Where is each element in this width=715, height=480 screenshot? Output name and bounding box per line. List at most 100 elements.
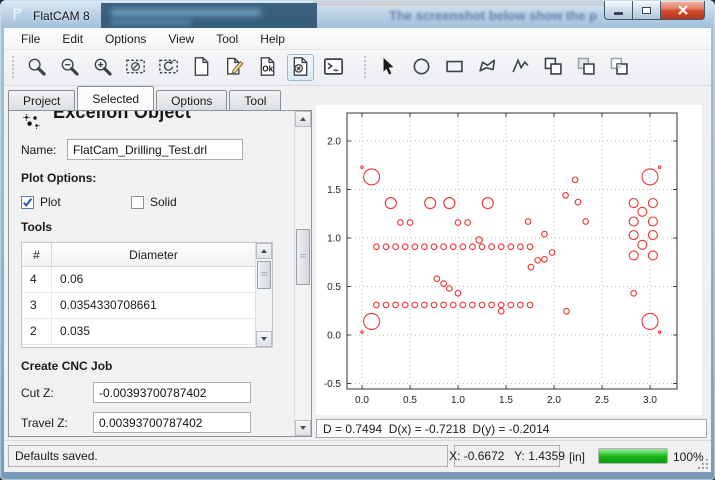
circle-tool-icon bbox=[411, 56, 432, 80]
tools-table-scrollbar[interactable] bbox=[255, 243, 272, 347]
new-file-button[interactable] bbox=[188, 54, 215, 81]
menu-tool[interactable]: Tool bbox=[205, 29, 249, 49]
clear-plot-button[interactable] bbox=[122, 54, 149, 81]
plot-options-group: Plot Solid bbox=[21, 195, 294, 209]
polygon-tool-icon bbox=[477, 56, 498, 80]
table-row[interactable]: 40.06 bbox=[22, 267, 255, 293]
zoom-fit-icon bbox=[26, 56, 47, 80]
replot-icon bbox=[158, 56, 179, 80]
tab-project[interactable]: Project bbox=[8, 90, 75, 110]
close-icon bbox=[677, 5, 689, 15]
field-row: Travel Z: bbox=[21, 412, 294, 433]
plot-options-label: Plot Options: bbox=[21, 171, 294, 185]
toolbar-drag-handle[interactable] bbox=[10, 56, 15, 80]
tools-table: #Diameter40.0630.035433070866120.035 bbox=[21, 242, 273, 348]
menu-options[interactable]: Options bbox=[94, 29, 157, 49]
close-button[interactable] bbox=[660, 1, 705, 20]
table-row[interactable]: 20.035 bbox=[22, 319, 255, 345]
ok-file-icon: Ok bbox=[257, 56, 278, 80]
pointer-icon bbox=[378, 56, 399, 80]
tool-number-cell: 4 bbox=[22, 267, 52, 292]
field-input-travel-z[interactable] bbox=[93, 412, 251, 433]
union-tool-icon bbox=[543, 56, 564, 80]
zoom-in-button[interactable] bbox=[89, 54, 116, 81]
cnc-job-label: Create CNC Job bbox=[21, 359, 294, 373]
zoom-fit-button[interactable] bbox=[23, 54, 50, 81]
shell-button[interactable] bbox=[320, 54, 347, 81]
svg-text:2.0: 2.0 bbox=[547, 395, 561, 406]
menu-help[interactable]: Help bbox=[249, 29, 296, 49]
glass-background-strip bbox=[313, 1, 613, 6]
field-label: Cut Z: bbox=[21, 386, 93, 400]
checkbox-plot[interactable]: Plot bbox=[21, 195, 131, 209]
tools-label: Tools bbox=[21, 220, 294, 234]
pointer-button[interactable] bbox=[375, 54, 402, 81]
subtract-tool-button[interactable] bbox=[573, 54, 600, 81]
svg-text:0.5: 0.5 bbox=[327, 282, 341, 293]
minimize-button[interactable] bbox=[604, 1, 633, 20]
scrollbar-thumb[interactable] bbox=[257, 261, 271, 289]
zoom-out-button[interactable] bbox=[56, 54, 83, 81]
checkbox-label: Plot bbox=[40, 195, 61, 209]
rectangle-tool-button[interactable] bbox=[441, 54, 468, 81]
plot-canvas[interactable]: 0.00.51.01.52.02.53.0-0.50.00.51.01.52.0 bbox=[316, 105, 702, 415]
window-content: FileEditOptionsViewToolHelp Ok ProjectSe… bbox=[4, 28, 711, 472]
scroll-down-button[interactable] bbox=[256, 331, 272, 347]
resize-grip[interactable] bbox=[696, 457, 709, 470]
flatcam-window: The screenshot below show the p FlatCAM … bbox=[0, 0, 715, 480]
path-tool-button[interactable] bbox=[507, 54, 534, 81]
glass-background-panel bbox=[101, 3, 317, 28]
clear-plot-icon bbox=[125, 56, 146, 80]
cnc-fields-group: Cut Z:Travel Z:Feed rate: bbox=[21, 382, 294, 436]
scroll-up-button[interactable] bbox=[295, 111, 311, 127]
svg-text:Ok: Ok bbox=[262, 64, 273, 73]
scroll-down-button[interactable] bbox=[295, 420, 311, 436]
tab-options[interactable]: Options bbox=[156, 90, 227, 110]
scroll-up-button[interactable] bbox=[256, 243, 272, 259]
svg-text:2.5: 2.5 bbox=[595, 395, 609, 406]
svg-text:0.0: 0.0 bbox=[355, 395, 369, 406]
panel-scrollbar[interactable] bbox=[294, 111, 311, 436]
delete-file-button[interactable] bbox=[287, 54, 314, 81]
menu-file[interactable]: File bbox=[10, 29, 51, 49]
panel-title: Excellon Object bbox=[53, 111, 191, 123]
polygon-tool-button[interactable] bbox=[474, 54, 501, 81]
window-title: FlatCAM 8 bbox=[33, 9, 90, 23]
field-label: Travel Z: bbox=[21, 416, 93, 430]
column-header[interactable]: Diameter bbox=[52, 243, 255, 266]
menu-edit[interactable]: Edit bbox=[51, 29, 94, 49]
tool-diameter-cell: 0.0354330708661 bbox=[52, 293, 255, 318]
menu-view[interactable]: View bbox=[157, 29, 205, 49]
tool-diameter-cell: 0.035 bbox=[52, 319, 255, 344]
ok-file-button[interactable]: Ok bbox=[254, 54, 281, 81]
scrollbar-thumb[interactable] bbox=[296, 229, 310, 285]
restore-button[interactable] bbox=[633, 1, 660, 20]
tool-diameter-cell: 0.06 bbox=[52, 267, 255, 292]
replot-button[interactable] bbox=[155, 54, 182, 81]
field-row: Cut Z: bbox=[21, 382, 294, 403]
edit-file-button[interactable] bbox=[221, 54, 248, 81]
drill-plot: 0.00.51.01.52.02.53.0-0.50.00.51.01.52.0 bbox=[316, 105, 702, 415]
tool-number-cell: 2 bbox=[22, 319, 52, 344]
table-row[interactable]: 30.0354330708661 bbox=[22, 293, 255, 319]
svg-text:1.0: 1.0 bbox=[451, 395, 465, 406]
intersect-tool-button[interactable] bbox=[606, 54, 633, 81]
zoom-in-icon bbox=[92, 56, 113, 80]
tab-tool[interactable]: Tool bbox=[229, 90, 281, 110]
title-bar[interactable]: The screenshot below show the p FlatCAM … bbox=[1, 1, 714, 28]
zoom-out-icon bbox=[59, 56, 80, 80]
checkbox-solid[interactable]: Solid bbox=[131, 195, 241, 209]
svg-text:1.0: 1.0 bbox=[327, 234, 341, 245]
circle-tool-button[interactable] bbox=[408, 54, 435, 81]
checked-checkbox-icon bbox=[21, 196, 34, 209]
toolbar-drag-handle[interactable] bbox=[362, 56, 367, 80]
tab-selected[interactable]: Selected bbox=[77, 86, 154, 110]
new-file-icon bbox=[191, 56, 212, 80]
column-header[interactable]: # bbox=[22, 243, 52, 266]
name-input[interactable] bbox=[67, 139, 243, 160]
svg-text:2.0: 2.0 bbox=[327, 137, 341, 148]
menu-bar: FileEditOptionsViewToolHelp bbox=[4, 28, 711, 50]
union-tool-button[interactable] bbox=[540, 54, 567, 81]
field-input-cut-z[interactable] bbox=[93, 382, 251, 403]
rectangle-tool-icon bbox=[444, 56, 465, 80]
